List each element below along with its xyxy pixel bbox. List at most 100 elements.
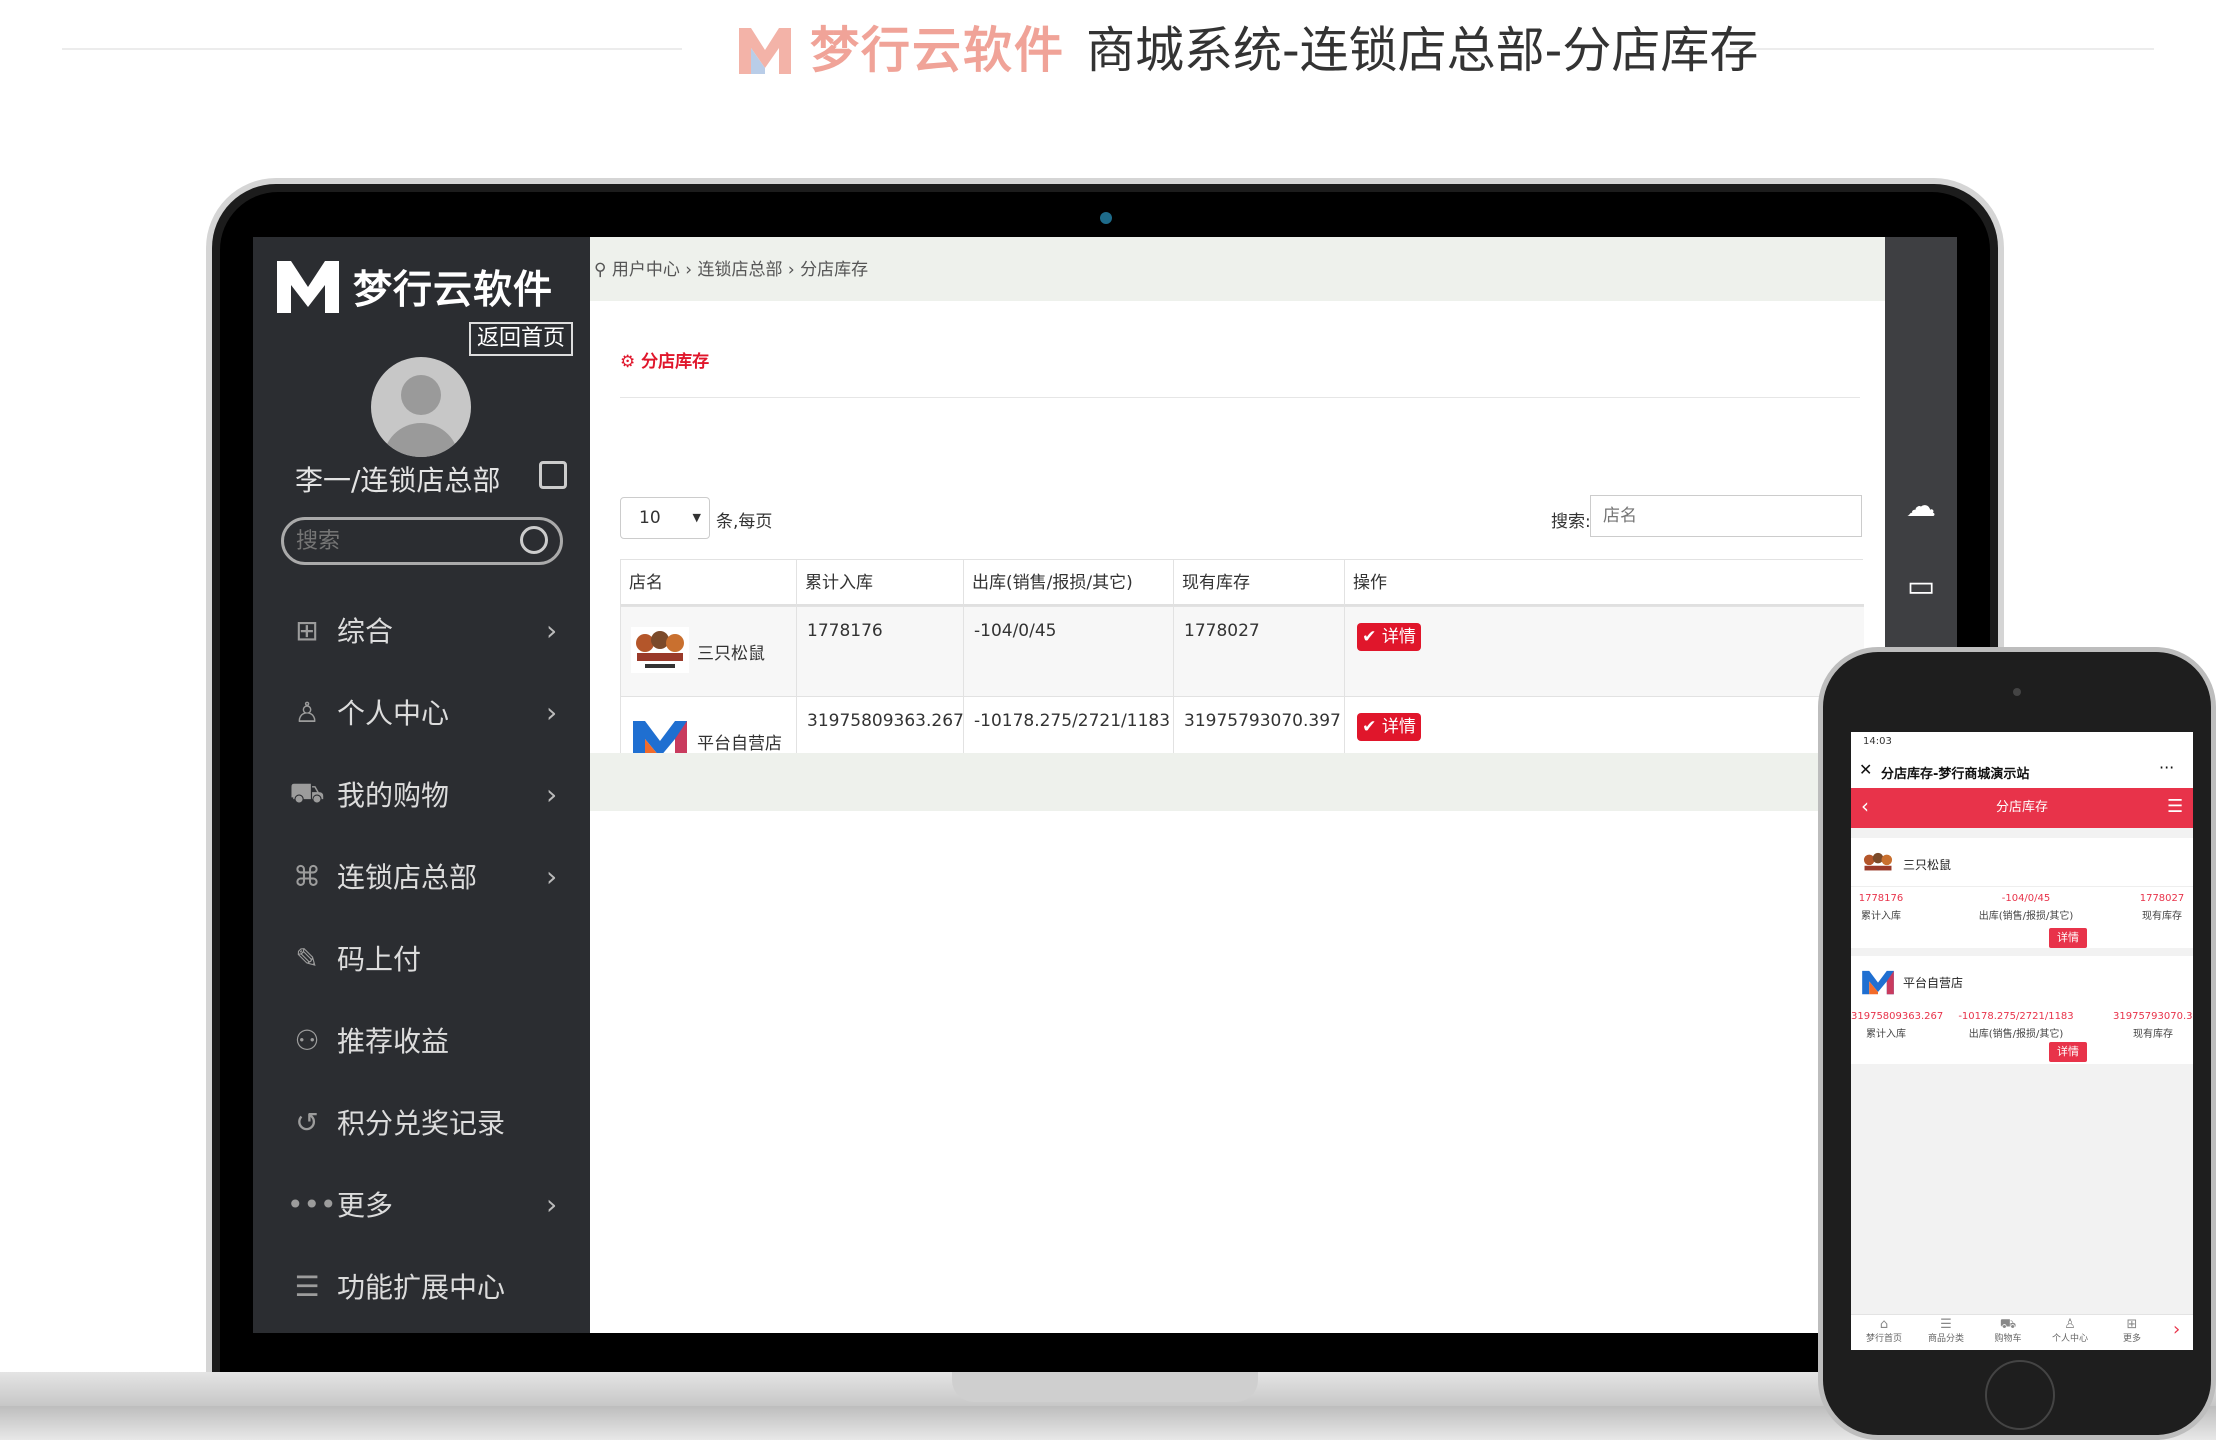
share-icon: ⚇	[294, 1023, 320, 1057]
sidebar-item-label: 连锁店总部	[337, 861, 478, 894]
phone-stock-value: 1778027	[2139, 893, 2185, 904]
dots-icon: •••	[287, 1187, 337, 1221]
action-cell: ✔ 详情	[1345, 607, 1864, 697]
column-header-in[interactable]: 累计入库	[797, 560, 964, 606]
column-header-stock[interactable]: 现有库存	[1174, 560, 1345, 606]
home-icon: ⌂	[1879, 1317, 1889, 1332]
phone-tab-label: 商品分类	[1927, 1334, 1964, 1344]
user-icon: ♙	[294, 695, 320, 729]
back-home-button[interactable]: 返回首页	[469, 322, 573, 356]
sidebar-item-zonghe[interactable]: ⊞ 综合 ›	[253, 589, 590, 671]
banner-title: 商城系统-连锁店总部-分店库存	[1086, 22, 1759, 79]
breadcrumb: ⚲ 用户中心 › 连锁店总部 › 分店库存	[594, 255, 868, 280]
sidebar-search-input[interactable]	[296, 526, 516, 556]
phone-header: 分店库存 ‹ ☰	[1851, 788, 2193, 828]
phone-store-card: 三只松鼠 1778176 累计入库 -104/0/45 出库(销售/报损/其它)…	[1851, 838, 2193, 948]
breadcrumb-bar: ⚲ 用户中心 › 连锁店总部 › 分店库存	[590, 237, 1885, 301]
phone-out-label: 出库(销售/报损/其它)	[1978, 911, 2074, 922]
in-cell: 1778176	[797, 607, 964, 697]
phone-camera-icon	[2013, 688, 2021, 696]
avatar[interactable]	[371, 357, 471, 457]
close-icon[interactable]: ✕	[1859, 760, 1872, 779]
panel-title: ⚙ 分店库存	[620, 347, 709, 372]
breadcrumb-item-user-center[interactable]: 用户中心	[612, 260, 680, 280]
breadcrumb-item-chain-hq[interactable]: 连锁店总部	[697, 260, 782, 280]
phone-in-value: 1778176	[1858, 893, 1904, 904]
breadcrumb-separator: ›	[685, 260, 693, 280]
logout-icon[interactable]	[539, 461, 567, 489]
store-name: 三只松鼠	[697, 644, 765, 664]
wechat-icon[interactable]: ☁	[1885, 467, 1957, 547]
sidebar: 梦行云软件 返回首页 李一/连锁店总部 ⊞ 综合 › ♙ 个人中心 › ⛟ 我的…	[253, 237, 590, 1333]
panel-footer	[590, 753, 1867, 811]
more-icon[interactable]: ···	[2159, 758, 2174, 777]
phone-detail-button[interactable]: 详情	[2049, 1042, 2087, 1062]
list-icon: ☰	[1940, 1317, 1952, 1332]
phone-header-title: 分店库存	[1995, 800, 2048, 815]
sidebar-item-label: 功能扩展中心	[337, 1271, 506, 1304]
sidebar-item-pay[interactable]: ✎ 码上付	[253, 917, 590, 999]
breadcrumb-item-current: 分店库存	[800, 260, 869, 280]
detail-button[interactable]: ✔ 详情	[1357, 623, 1421, 651]
sidebar-item-shopping[interactable]: ⛟ 我的购物 ›	[253, 753, 590, 835]
sidebar-item-user-center[interactable]: ♙ 个人中心 ›	[253, 671, 590, 753]
squirrel-store-logo-icon	[1863, 852, 1893, 871]
detail-button[interactable]: ✔ 详情	[1357, 713, 1421, 741]
table-row: 三只松鼠 1778176 -104/0/45 1778027 ✔ 详情	[621, 606, 1864, 697]
platform-store-logo-icon	[1862, 970, 1894, 995]
user-icon: ♙	[2064, 1317, 2076, 1332]
phone-stock-value: 31975793070.397	[2113, 1011, 2193, 1022]
breadcrumb-separator: ›	[787, 260, 795, 280]
laptop-notch	[952, 1372, 1258, 1402]
chevron-right-icon[interactable]: ›	[2173, 1319, 2180, 1340]
phone-tab-cart[interactable]: ⛟ 购物车	[1977, 1317, 2039, 1345]
sidebar-item-more[interactable]: ••• 更多 ›	[253, 1163, 590, 1245]
phone-tab-more[interactable]: ⊞ 更多	[2101, 1317, 2163, 1345]
camera-icon	[1100, 212, 1112, 224]
phone-in-label: 累计入库	[1866, 1029, 1906, 1040]
hamburger-icon[interactable]: ☰	[2167, 796, 2183, 817]
sidebar-item-points[interactable]: ↺ 积分兑奖记录	[253, 1081, 590, 1163]
phone-store-name: 三只松鼠	[1903, 858, 1952, 872]
phone-status-bar: 14:03	[1851, 732, 2193, 756]
sidebar-item-label: 更多	[337, 1189, 394, 1222]
phone-tab-label: 购物车	[1994, 1334, 2022, 1344]
phone-frame: 14:03 ✕ 分店库存-梦行商城演示站 ··· 分店库存 ‹ ☰ 三只松鼠 1…	[1818, 647, 2216, 1440]
search-label: 搜索:	[1551, 512, 1591, 532]
phone-tab-home[interactable]: ⌂ 梦行首页	[1853, 1317, 1915, 1345]
phone-stock-label: 现有库存	[2142, 911, 2182, 922]
sidebar-item-label: 推荐收益	[337, 1025, 450, 1058]
per-page-select[interactable]: 10 ▼	[620, 497, 710, 539]
inventory-table: 店名 累计入库 出库(销售/报损/其它) 现有库存 操作 三只松鼠 177817…	[620, 559, 1864, 787]
sidebar-item-chain-hq[interactable]: ⌘ 连锁店总部 ›	[253, 835, 590, 917]
phone-tab-label: 梦行首页	[1865, 1334, 1902, 1344]
sidebar-item-referral[interactable]: ⚇ 推荐收益	[253, 999, 590, 1081]
sidebar-search	[281, 517, 563, 565]
phone-tab-user[interactable]: ♙ 个人中心	[2039, 1317, 2101, 1345]
column-header-store[interactable]: 店名	[621, 560, 797, 606]
per-page-value: 10	[639, 508, 661, 528]
phone-tab-label: 个人中心	[2051, 1334, 2088, 1344]
out-cell: -104/0/45	[964, 607, 1174, 697]
phone-card-divider	[1851, 886, 2193, 887]
phone-home-button[interactable]	[1985, 1360, 2055, 1430]
sidebar-item-extensions[interactable]: ☰ 功能扩展中心	[253, 1245, 590, 1327]
status-time: 14:03	[1863, 736, 1892, 747]
phone-out-value: -10178.275/2721/1183	[1958, 1011, 2074, 1022]
history-icon: ↺	[295, 1105, 319, 1139]
store-search-input[interactable]	[1590, 495, 1862, 537]
detail-button-label: 详情	[1381, 627, 1416, 647]
phone-tab-category[interactable]: ☰ 商品分类	[1915, 1317, 1977, 1345]
gears-icon: ⚙	[620, 352, 642, 372]
column-header-out[interactable]: 出库(销售/报损/其它)	[964, 560, 1174, 606]
back-icon[interactable]: ‹	[1861, 794, 1869, 818]
phone-in-label: 累计入库	[1861, 911, 1901, 922]
dropdown-arrow-icon: ▼	[692, 511, 701, 524]
search-icon[interactable]	[520, 526, 548, 554]
phone-detail-button[interactable]: 详情	[2049, 928, 2087, 948]
panel: ⚙ 分店库存 10 ▼ 条,每页 搜索: 店名 累计入库 出库(销售/报损/其它…	[590, 301, 1867, 787]
sidebar-item-label: 我的购物	[337, 779, 450, 812]
cart-icon: ⛟	[289, 775, 325, 809]
message-icon[interactable]: ▭	[1885, 547, 1957, 627]
cart-icon: ⛟	[1999, 1317, 2017, 1332]
